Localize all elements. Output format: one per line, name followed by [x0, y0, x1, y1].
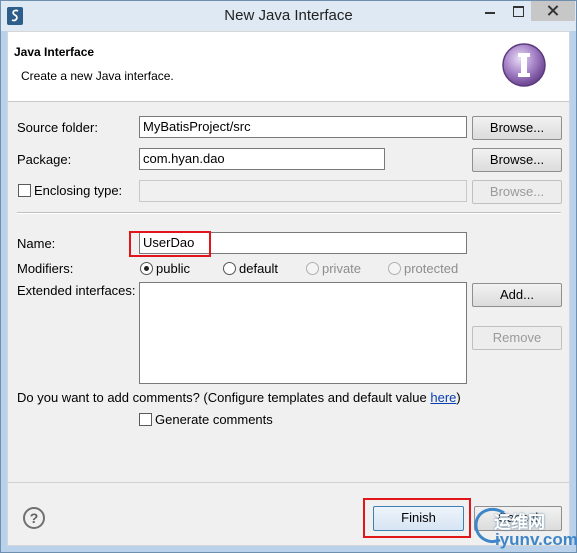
package-input[interactable]: com.hyan.dao — [139, 148, 385, 170]
finish-button[interactable]: Finish — [373, 506, 464, 531]
modifiers-label: Modifiers: — [17, 261, 74, 276]
generate-comments-label: Generate comments — [155, 412, 273, 427]
modifier-private-label: private — [322, 261, 362, 276]
name-input[interactable]: UserDao — [139, 232, 467, 254]
help-button[interactable]: ? — [23, 507, 45, 529]
modifier-protected-radio[interactable] — [388, 262, 401, 275]
source-folder-label: Source folder: — [17, 120, 98, 135]
enclosing-type-label: Enclosing type: — [34, 183, 123, 198]
modifier-default-label: default — [239, 261, 279, 276]
dialog-window: New Java Interface Java Interface Create… — [0, 0, 577, 553]
banner-description: Create a new Java interface. — [21, 69, 174, 83]
minimize-button[interactable] — [476, 1, 504, 21]
modifier-private-radio[interactable] — [306, 262, 319, 275]
source-folder-browse-button[interactable]: Browse... — [472, 116, 562, 140]
modifier-public-radio[interactable] — [140, 262, 153, 275]
banner-title: Java Interface — [14, 45, 95, 59]
comments-question: Do you want to add comments? (Configure … — [17, 390, 461, 405]
remove-interface-button[interactable]: Remove — [472, 326, 562, 350]
package-browse-button[interactable]: Browse... — [472, 148, 562, 172]
modifier-protected-label: protected — [404, 261, 459, 276]
close-button[interactable] — [531, 1, 575, 21]
extended-interfaces-list[interactable] — [139, 282, 467, 384]
site-watermark: 运维网 iyunv.com — [470, 505, 577, 553]
comments-question-end: ) — [456, 390, 461, 405]
extended-interfaces-label: Extended interfaces: — [17, 283, 136, 298]
title-bar[interactable]: New Java Interface — [1, 1, 576, 31]
section-separator — [17, 212, 561, 214]
dialog-body: Java Interface Create a new Java interfa… — [7, 31, 570, 546]
maximize-button[interactable] — [504, 1, 532, 21]
interface-wizard-icon — [502, 43, 546, 87]
footer-separator — [8, 482, 569, 483]
package-label: Package: — [17, 152, 72, 167]
enclosing-type-browse-button[interactable]: Browse... — [472, 180, 562, 204]
wizard-banner: Java Interface Create a new Java interfa… — [8, 32, 569, 102]
source-folder-input[interactable]: MyBatisProject/src — [139, 116, 467, 138]
add-interface-button[interactable]: Add... — [472, 283, 562, 307]
watermark-url-text: iyunv.com — [495, 530, 577, 549]
modifier-default-radio[interactable] — [223, 262, 236, 275]
generate-comments-checkbox[interactable] — [139, 413, 152, 426]
enclosing-type-input[interactable] — [139, 180, 467, 202]
configure-templates-link[interactable]: here — [430, 390, 456, 405]
comments-question-text: Do you want to add comments? (Configure … — [17, 390, 431, 405]
name-label: Name: — [17, 236, 56, 251]
modifier-public-label: public — [156, 261, 190, 276]
enclosing-type-checkbox[interactable] — [18, 184, 31, 197]
